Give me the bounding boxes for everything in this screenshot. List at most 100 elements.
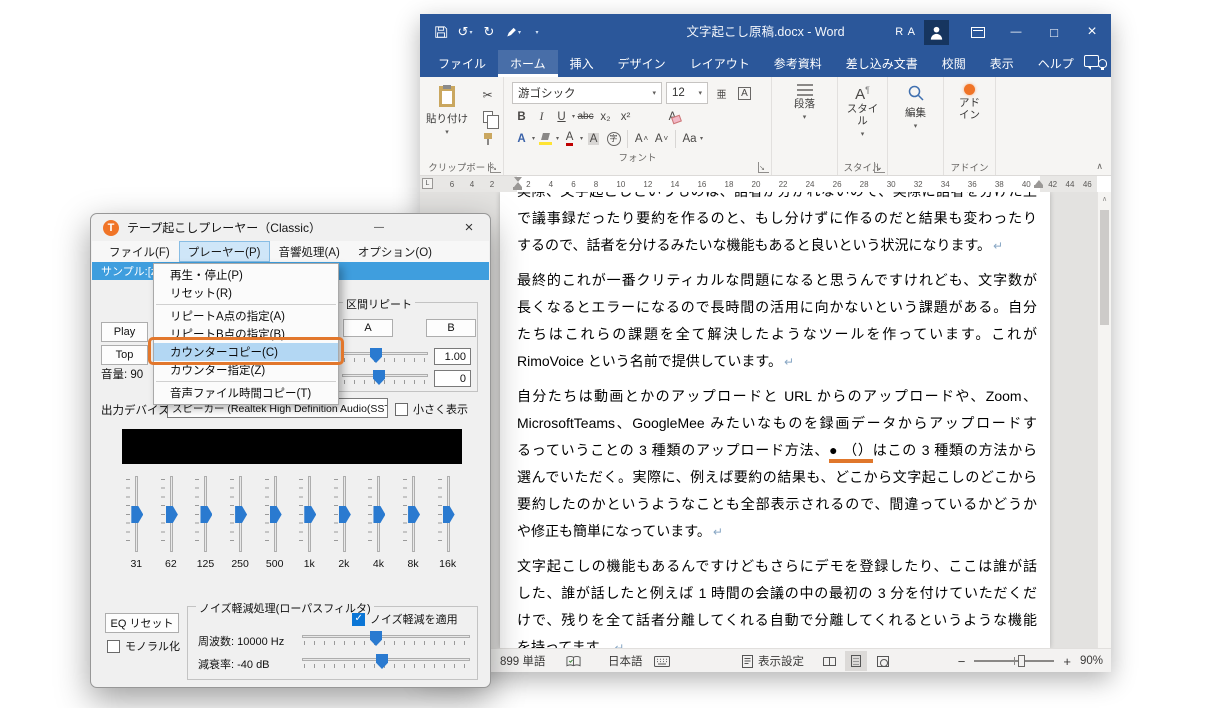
circled-character-icon[interactable]: 字 [604,129,623,148]
scrollbar-thumb[interactable] [1100,210,1109,325]
ribbon-tab[interactable]: レイアウト [678,50,762,77]
tab-selector[interactable] [422,178,433,189]
paste-button[interactable]: 貼り付け ▾ [420,77,474,141]
dialog-launcher-icon[interactable] [874,162,885,173]
eq-slider-thumb[interactable] [443,506,455,523]
copy-icon[interactable] [478,107,497,126]
ribbon-tab[interactable]: 挿入 [558,50,606,77]
highlight-color-icon[interactable] [536,129,555,148]
avatar[interactable] [924,20,949,45]
close-button[interactable] [1073,14,1111,50]
eq-slider[interactable] [367,476,389,552]
repeat-a-button[interactable]: A [343,319,393,337]
ribbon-tab[interactable]: ヘルプ [1026,50,1086,77]
menu-item[interactable]: リセット(R) [154,284,338,302]
paragraph-button[interactable]: 段落 ▾ [788,77,821,126]
eq-slider-thumb[interactable] [131,506,143,523]
feedback-icon[interactable] [1084,55,1099,67]
cut-icon[interactable] [478,85,497,104]
zoom-in-icon[interactable]: + [1063,654,1071,669]
speed-slider[interactable] [342,348,428,364]
left-indent-marker[interactable] [513,177,522,190]
checkbox-icon[interactable] [107,640,120,653]
menubar-item[interactable]: ファイル(F) [100,241,179,262]
scroll-up-icon[interactable] [1098,192,1111,206]
eq-slider[interactable] [264,476,286,552]
checkbox-checked-icon[interactable] [352,613,365,626]
word-count[interactable]: 899 単語 [500,649,545,672]
language-status[interactable]: 日本語 [608,649,643,672]
eq-reset-button[interactable]: EQ リセット [105,613,179,633]
dialog-launcher-icon[interactable] [758,162,769,173]
font-color-icon[interactable]: A [560,129,579,148]
menubar-item[interactable]: 音響処理(A) [270,241,349,262]
collapse-ribbon-icon[interactable] [1096,161,1103,172]
touch-mode-icon[interactable]: ▾ [502,19,524,45]
frequency-slider[interactable] [302,631,470,647]
redo-icon[interactable]: ↻ [478,19,500,45]
ribbon-tab[interactable]: デザイン [606,50,678,77]
font-size-combobox[interactable]: 12▾ [666,82,708,104]
zoom-slider[interactable] [974,660,1054,662]
menu-item[interactable]: 音声ファイル時間コピー(T) [154,384,338,402]
player-close-button[interactable] [452,214,486,241]
grow-font-icon[interactable]: A [632,129,651,148]
document-page[interactable]: 実際、文字起こしというものは、話者が分かれないので、実際に話者を分けた上 で議事… [500,192,1050,648]
ribbon-tab[interactable]: 表示 [978,50,1026,77]
editing-button[interactable]: 編集 ▾ [899,77,932,135]
ime-keyboard-icon[interactable] [654,649,670,672]
display-settings[interactable]: 表示設定 [742,649,804,672]
right-indent-marker[interactable] [1034,180,1043,188]
eq-slider[interactable] [298,476,320,552]
speed-value[interactable]: 1.00 [434,348,471,365]
undo-icon[interactable]: ↺▾ [454,19,476,45]
zoom-slider-thumb[interactable] [1018,655,1025,667]
ribbon-tab[interactable]: ファイル [426,50,498,77]
play-button[interactable]: Play [101,322,148,342]
read-mode-icon[interactable] [818,651,840,671]
menu-item[interactable]: リピートB点の指定(B) [154,325,338,343]
menubar-item[interactable]: プレーヤー(P) [179,241,270,262]
repeat-b-button[interactable]: B [426,319,476,337]
eq-slider[interactable] [333,476,355,552]
eq-slider-thumb[interactable] [373,506,385,523]
top-button[interactable]: Top [101,345,148,365]
eq-slider[interactable] [160,476,182,552]
eq-slider-thumb[interactable] [200,506,212,523]
superscript-icon[interactable]: x² [616,107,635,126]
strikethrough-icon[interactable]: abc [576,107,595,126]
clear-formatting-icon[interactable]: A [663,107,682,126]
ribbon-display-options-icon[interactable] [959,14,997,50]
eq-slider[interactable] [125,476,147,552]
eq-slider-thumb[interactable] [408,506,420,523]
print-layout-icon[interactable] [845,651,867,671]
qat-customize-icon[interactable]: ▾ [526,19,548,45]
eq-slider-thumb[interactable] [339,506,351,523]
menu-item[interactable] [154,379,338,384]
text-effects-icon[interactable]: A [512,129,531,148]
font-name-combobox[interactable]: 游ゴシック▾ [512,82,662,104]
format-painter-icon[interactable] [478,129,497,148]
eq-slider-thumb[interactable] [235,506,247,523]
pitch-slider[interactable] [342,370,428,386]
noise-apply-checkbox[interactable]: ノイズ軽減を適用 [352,611,458,627]
eq-slider-thumb[interactable] [304,506,316,523]
menu-item[interactable]: カウンターコピー(C) [154,343,338,361]
change-case-icon[interactable]: Aa [680,129,699,148]
web-layout-icon[interactable] [872,651,894,671]
ribbon-tab[interactable]: 差し込み文書 [834,50,930,77]
minimize-button[interactable] [997,14,1035,50]
pitch-value[interactable]: 0 [434,370,471,387]
menu-item[interactable]: カウンター指定(Z) [154,361,338,379]
eq-slider-thumb[interactable] [270,506,282,523]
styles-button[interactable]: A スタイル ▾ [838,77,887,143]
zoom-percentage[interactable]: 90% [1080,655,1103,667]
eq-slider[interactable] [194,476,216,552]
menu-item[interactable]: 再生・停止(P) [154,266,338,284]
menu-item[interactable] [154,302,338,307]
menu-item[interactable]: リピートA点の指定(A) [154,307,338,325]
zoom-out-icon[interactable]: − [958,654,966,669]
save-icon[interactable] [430,19,452,45]
eq-slider-thumb[interactable] [166,506,178,523]
menubar-item[interactable]: オプション(O) [349,241,441,262]
